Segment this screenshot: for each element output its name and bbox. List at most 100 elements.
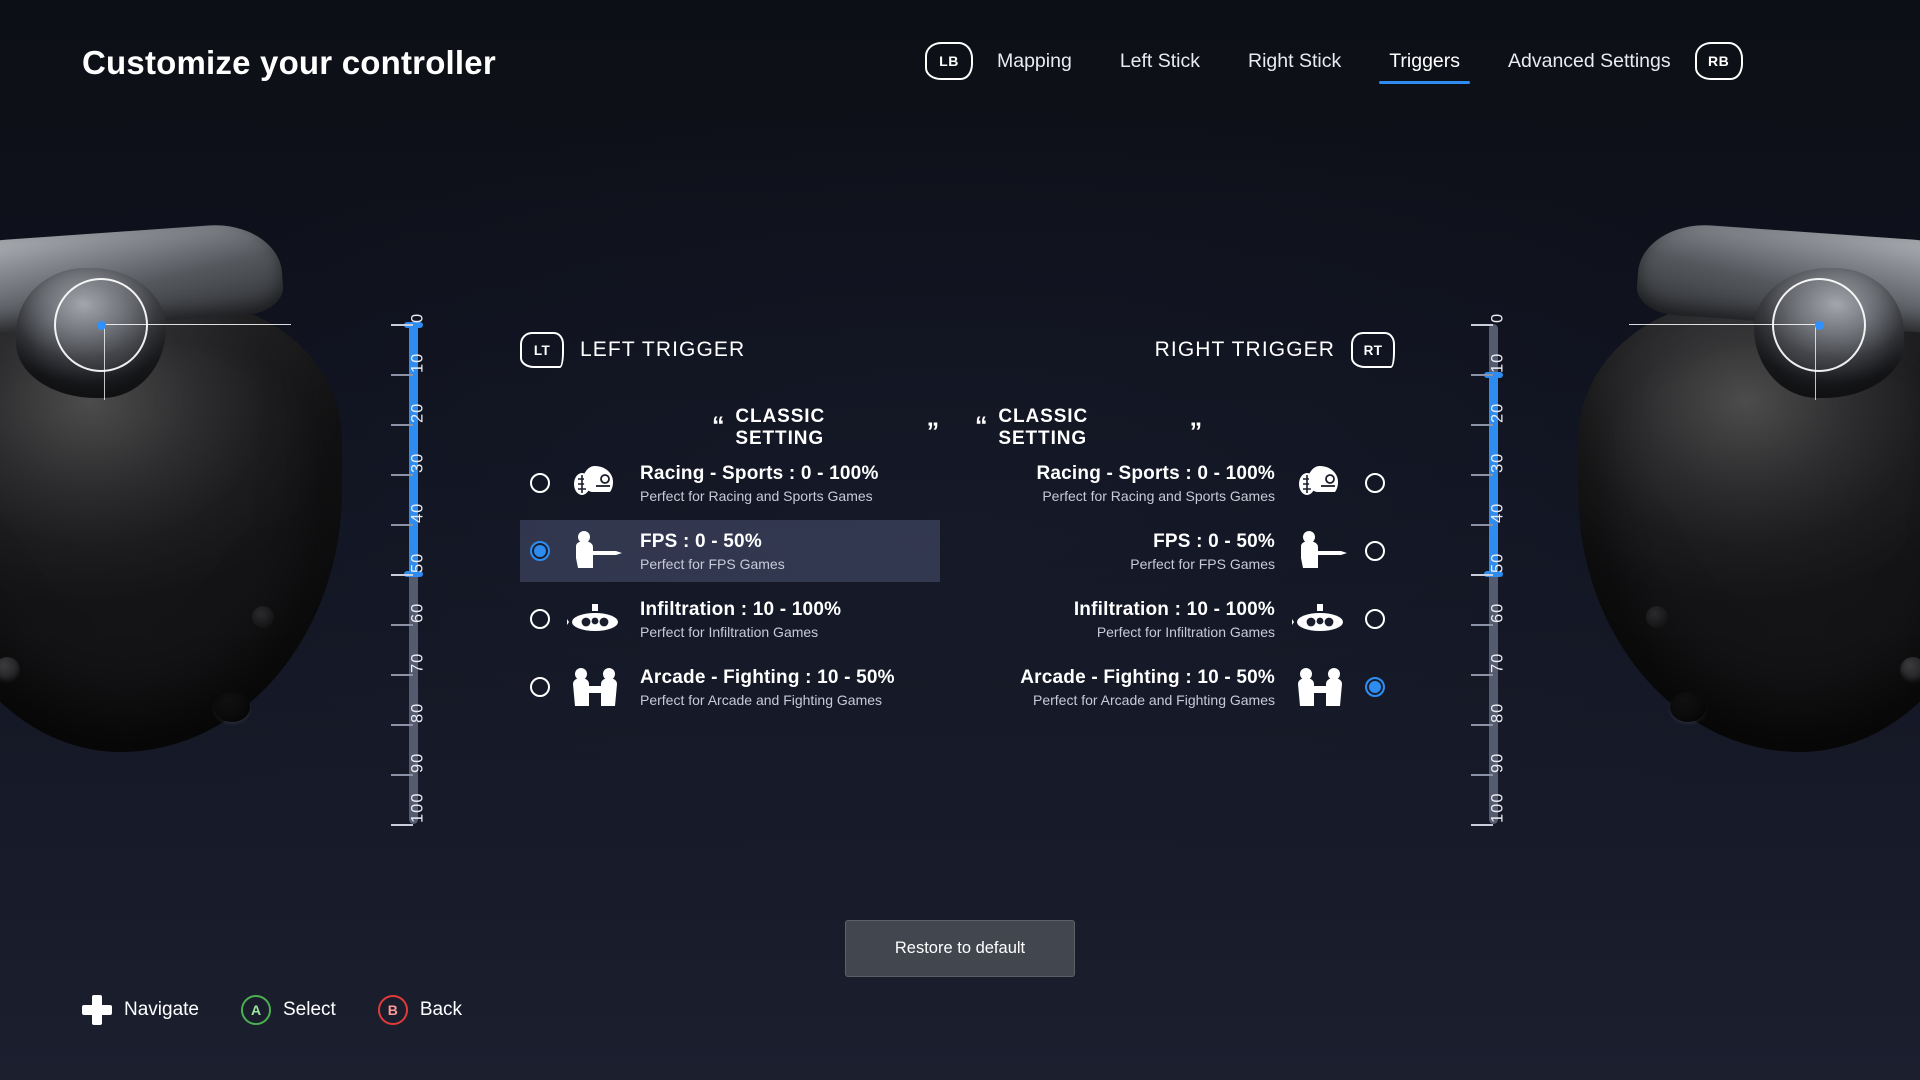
slider-tick-label: 100: [1488, 792, 1507, 823]
slider-tick-dash: [391, 724, 413, 726]
slider-tick-label: 10: [1488, 352, 1507, 373]
slider-tick-dash: [1471, 574, 1493, 576]
slider-tick-dash: [1471, 524, 1493, 526]
left-option-fps[interactable]: FPS : 0 - 50% Perfect for FPS Games: [520, 520, 940, 582]
fps-shooter-icon: [1291, 529, 1349, 573]
slider-tick-dash: [391, 824, 413, 826]
slider-tick-dash: [1471, 424, 1493, 426]
slider-tick-label: 30: [408, 452, 427, 473]
rb-bumper-icon[interactable]: RB: [1694, 42, 1743, 80]
restore-to-default-button[interactable]: Restore to default: [845, 920, 1075, 977]
dpad-icon: [82, 995, 112, 1025]
right-radio-arcade[interactable]: [1365, 677, 1385, 697]
arcade-fighting-icon: [566, 666, 624, 708]
tab-triggers[interactable]: Triggers: [1365, 38, 1484, 84]
left-classic-text: CLASSIC SETTING: [735, 406, 826, 449]
slider-tick-dash: [1471, 824, 1493, 826]
lt-badge-label: LT: [533, 342, 551, 358]
left-option-racing-title: Racing - Sports : 0 - 100%: [640, 462, 879, 484]
right-radio-infiltration[interactable]: [1365, 609, 1385, 629]
left-option-fps-title: FPS : 0 - 50%: [640, 530, 762, 552]
slider-tick-dash: [391, 574, 413, 576]
right-radio-racing[interactable]: [1365, 473, 1385, 493]
slider-tick-dash: [391, 424, 413, 426]
left-classic-setting-label: “ CLASSIC SETTING ”: [712, 406, 940, 449]
right-trigger-slider[interactable]: 0 10 20 30 40 50 60 70 80 90 100: [1465, 313, 1535, 830]
slider-tick-dash: [391, 374, 413, 376]
left-option-racing-subtitle: Perfect for Racing and Sports Games: [640, 487, 873, 504]
right-option-racing-subtitle: Perfect for Racing and Sports Games: [1042, 487, 1275, 504]
slider-tick-label: 60: [408, 602, 427, 623]
legend-navigate[interactable]: Navigate: [82, 995, 199, 1025]
slider-tick-label: 60: [1488, 602, 1507, 623]
tab-left-stick[interactable]: Left Stick: [1096, 38, 1224, 84]
lb-bumper-icon[interactable]: LB: [925, 42, 973, 80]
slider-tick-label: 0: [1488, 312, 1507, 323]
legend-back-label: Back: [419, 999, 463, 1020]
left-option-racing[interactable]: Racing - Sports : 0 - 100% Perfect for R…: [520, 452, 940, 514]
right-radio-fps[interactable]: [1365, 541, 1385, 561]
slider-tick-label: 10: [408, 352, 427, 373]
slider-tick-label: 70: [1488, 652, 1507, 673]
slider-tick-label: 80: [1488, 702, 1507, 723]
infiltration-submarine-icon: [1291, 602, 1349, 636]
tab-mapping[interactable]: Mapping: [973, 38, 1096, 84]
slider-tick-label: 40: [1488, 502, 1507, 523]
right-trigger-highlight-ring: [1772, 278, 1866, 372]
slider-tick-dash: [1471, 474, 1493, 476]
left-option-infiltration[interactable]: Infiltration : 10 - 100% Perfect for Inf…: [520, 588, 940, 650]
slider-tick-dash: [391, 624, 413, 626]
fps-shooter-icon: [566, 529, 624, 573]
slider-tick-dash: [1471, 674, 1493, 676]
left-radio-racing[interactable]: [530, 473, 550, 493]
legend-navigate-label: Navigate: [124, 999, 199, 1020]
slider-tick-dash: [391, 524, 413, 526]
left-trigger-panel: LT LEFT TRIGGER “ CLASSIC SETTING ” Raci…: [520, 330, 940, 724]
right-slider-ticks: 0 10 20 30 40 50 60 70 80 90 100: [1465, 313, 1535, 830]
tab-right-stick[interactable]: Right Stick: [1224, 38, 1365, 84]
left-radio-fps[interactable]: [530, 541, 550, 561]
slider-tick-dash: [1471, 724, 1493, 726]
tab-advanced-settings[interactable]: Advanced Settings: [1484, 38, 1695, 84]
slider-tick-label: 20: [1488, 402, 1507, 423]
left-trigger-slider[interactable]: 0 10 20 30 40 50 60 70 80 90 100: [385, 313, 455, 830]
legend-back[interactable]: B Back: [377, 995, 463, 1025]
right-option-fps[interactable]: FPS : 0 - 50% Perfect for FPS Games: [975, 520, 1395, 582]
slider-tick-dash: [391, 674, 413, 676]
slider-tick-dash: [1471, 324, 1493, 326]
right-option-racing-title: Racing - Sports : 0 - 100%: [1036, 462, 1275, 484]
left-option-infiltration-subtitle: Perfect for Infiltration Games: [640, 623, 819, 640]
left-option-fps-subtitle: Perfect for FPS Games: [640, 555, 785, 572]
button-legend: Navigate A Select B Back: [82, 995, 462, 1025]
slider-tick-label: 50: [408, 552, 427, 573]
right-classic-text: CLASSIC SETTING: [998, 406, 1089, 449]
left-trigger-header: LT LEFT TRIGGER: [520, 330, 940, 370]
slider-tick-label: 40: [408, 502, 427, 523]
left-slider-ticks: 0 10 20 30 40 50 60 70 80 90 100: [385, 313, 455, 830]
infiltration-submarine-icon: [566, 602, 624, 636]
left-option-arcade-subtitle: Perfect for Arcade and Fighting Games: [640, 691, 883, 708]
slider-tick-label: 90: [408, 752, 427, 773]
right-option-racing[interactable]: Racing - Sports : 0 - 100% Perfect for R…: [975, 452, 1395, 514]
right-trigger-panel: RIGHT TRIGGER RT “ CLASSIC SETTING ” Rac…: [975, 330, 1395, 724]
slider-tick-label: 20: [408, 402, 427, 423]
rt-badge-label: RT: [1363, 342, 1383, 358]
slider-tick-label: 0: [408, 312, 427, 323]
left-option-arcade[interactable]: Arcade - Fighting : 10 - 50% Perfect for…: [520, 656, 940, 718]
right-option-fps-subtitle: Perfect for FPS Games: [1130, 555, 1275, 572]
right-trigger-header: RIGHT TRIGGER RT: [975, 330, 1395, 370]
left-radio-arcade[interactable]: [530, 677, 550, 697]
slider-tick-dash: [1471, 374, 1493, 376]
right-option-infiltration[interactable]: Infiltration : 10 - 100% Perfect for Inf…: [975, 588, 1395, 650]
left-option-infiltration-title: Infiltration : 10 - 100%: [640, 598, 842, 620]
legend-select[interactable]: A Select: [241, 995, 336, 1025]
right-option-arcade-subtitle: Perfect for Arcade and Fighting Games: [1032, 691, 1275, 708]
arcade-fighting-icon: [1291, 666, 1349, 708]
right-option-fps-title: FPS : 0 - 50%: [1153, 530, 1275, 552]
slider-tick-dash: [391, 774, 413, 776]
left-trigger-highlight-ring: [54, 278, 148, 372]
left-radio-infiltration[interactable]: [530, 609, 550, 629]
button-a-icon: A: [241, 995, 271, 1025]
right-option-arcade-title: Arcade - Fighting : 10 - 50%: [1020, 666, 1275, 688]
right-option-arcade[interactable]: Arcade - Fighting : 10 - 50% Perfect for…: [975, 656, 1395, 718]
